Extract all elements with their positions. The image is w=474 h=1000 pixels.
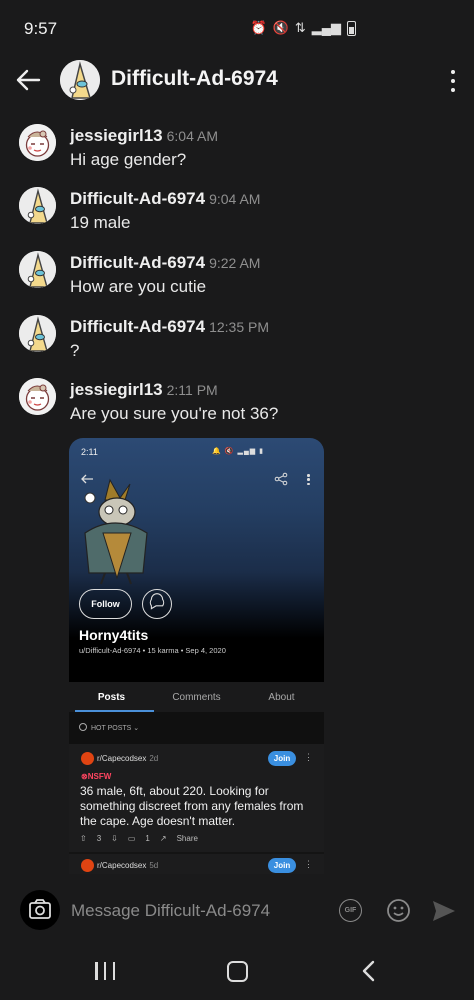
image-post-actions: ⇧ 3 ⇩ ▭ 1 ↗ Share <box>80 834 198 843</box>
data-icon: ⇅ <box>294 20 306 35</box>
recent-apps-icon[interactable] <box>95 962 115 980</box>
header-avatar[interactable] <box>60 60 100 100</box>
chevron-down-icon: ⌄ <box>133 725 140 732</box>
message-text: 19 male <box>70 213 131 232</box>
upvote-count: 3 <box>96 834 102 843</box>
image-join-button: Join <box>268 751 296 766</box>
status-bar: 9:57 ⏰ 🔇 ⇅ ▂▄▆ <box>0 0 474 56</box>
message-text: ? <box>70 341 80 360</box>
chat-header: Difficult-Ad-6974 <box>0 56 474 106</box>
emoji-icon[interactable] <box>386 898 411 923</box>
message-time: 12:35 PM <box>209 319 270 335</box>
profile-avatar-image <box>84 478 148 585</box>
message-composer: GIF <box>0 884 474 940</box>
status-time: 9:57 <box>24 19 58 38</box>
image-post-subreddit: r/Capecodsex 2d <box>97 754 159 763</box>
message-text: Hi age gender? <box>70 150 187 169</box>
message-author[interactable]: Difficult-Ad-6974 <box>70 253 205 272</box>
message-input[interactable] <box>71 901 321 921</box>
image-chat-icon <box>142 589 172 619</box>
image-tab-comments: Comments <box>172 691 221 703</box>
system-back-icon[interactable] <box>361 960 377 982</box>
image-tab-posts: Posts <box>69 682 154 712</box>
message-meta: Difficult-Ad-6974 12:35 PM <box>70 317 269 337</box>
message-meta: jessiegirl13 6:04 AM <box>70 126 218 146</box>
message-meta: jessiegirl13 2:11 PM <box>70 380 218 400</box>
image-sort-bar: HOT POSTS ⌄ <box>69 712 324 744</box>
back-arrow-icon[interactable] <box>14 66 42 94</box>
profile-banner: 2:11 🔔 🔇 ▂▄▆ ▮ Follow Horny4tits u/Diffi… <box>69 438 324 682</box>
image-post-subreddit: r/Capecodsex 5d <box>97 861 159 870</box>
message-time: 9:04 AM <box>209 191 261 207</box>
gif-button[interactable]: GIF <box>339 899 362 922</box>
message-author[interactable]: Difficult-Ad-6974 <box>70 189 205 208</box>
comment-count: 1 <box>145 834 150 843</box>
share-icon: ↗ <box>159 834 167 843</box>
message-meta: Difficult-Ad-6974 9:04 AM <box>70 189 260 209</box>
image-tab-about: About <box>268 691 295 703</box>
avatar[interactable] <box>19 124 56 161</box>
image-sort-label: HOT POSTS <box>91 725 132 732</box>
message-time: 6:04 AM <box>166 128 218 144</box>
message-text: How are you cutie <box>70 277 207 296</box>
attached-image[interactable]: 2:11 🔔 🔇 ▂▄▆ ▮ Follow Horny4tits u/Diffi… <box>69 438 324 874</box>
hot-icon <box>79 723 87 731</box>
share-label: Share <box>176 834 198 843</box>
avatar[interactable] <box>19 251 56 288</box>
message-text: Are you sure you're not 36? <box>70 404 279 423</box>
image-status-time: 2:11 <box>81 447 98 457</box>
camera-icon <box>29 899 51 919</box>
avatar[interactable] <box>19 187 56 224</box>
image-status-icons: 🔔 🔇 ▂▄▆ ▮ <box>212 448 264 455</box>
image-post-2: r/Capecodsex 5d Join ⋮ <box>69 854 324 874</box>
alarm-icon: ⏰ <box>250 20 267 35</box>
upvote-icon: ⇧ <box>80 834 87 843</box>
message-item: Difficult-Ad-6974 9:04 AM 19 male <box>0 187 474 243</box>
image-profile-meta: u/Difficult-Ad-6974 • 15 karma • Sep 4, … <box>79 646 226 655</box>
image-profile-name: Horny4tits <box>79 627 149 643</box>
battery-icon <box>347 20 356 36</box>
chat-title: Difficult-Ad-6974 <box>111 67 278 90</box>
signal-icon: ▂▄▆ <box>311 20 341 35</box>
message-item: Difficult-Ad-6974 9:22 AM How are you cuti… <box>0 251 474 307</box>
comment-icon: ▭ <box>127 834 136 843</box>
message-item: Difficult-Ad-6974 12:35 PM? <box>0 315 474 371</box>
send-icon[interactable] <box>431 899 457 923</box>
downvote-icon: ⇩ <box>111 834 118 843</box>
camera-button[interactable] <box>20 890 60 930</box>
message-time: 9:22 AM <box>209 255 261 271</box>
message-item: jessiegirl13 6:04 AM Hi age gender? <box>0 124 474 180</box>
home-icon[interactable] <box>227 961 248 982</box>
image-post-title: 36 male, 6ft, about 220. Looking for som… <box>80 784 304 828</box>
message-author[interactable]: Difficult-Ad-6974 <box>70 317 205 336</box>
image-post-more-icon: ⋮ <box>304 752 313 762</box>
image-post: r/Capecodsex 2d Join ⋮ ⊗NSFW 36 male, 6ft… <box>69 744 324 852</box>
more-options-icon[interactable] <box>450 70 456 92</box>
message-item: jessiegirl13 2:11 PM Are you sure you're n… <box>0 378 474 434</box>
system-nav-bar <box>0 944 474 1000</box>
message-time: 2:11 PM <box>166 382 218 398</box>
message-meta: Difficult-Ad-6974 9:22 AM <box>70 253 260 273</box>
subreddit-icon <box>81 859 94 872</box>
avatar[interactable] <box>19 378 56 415</box>
image-follow-button: Follow <box>79 589 132 619</box>
image-share-icon <box>274 472 288 486</box>
message-author[interactable]: jessiegirl13 <box>70 126 163 145</box>
nsfw-badge: ⊗NSFW <box>81 772 112 781</box>
message-author[interactable]: jessiegirl13 <box>70 380 163 399</box>
status-icons: ⏰ 🔇 ⇅ ▂▄▆ <box>250 20 356 36</box>
subreddit-icon <box>81 752 94 765</box>
image-join-button: Join <box>268 858 296 873</box>
image-post-more-icon: ⋮ <box>304 859 313 869</box>
avatar[interactable] <box>19 315 56 352</box>
image-profile-tabs: Posts Comments About <box>69 682 324 712</box>
mute-icon: 🔇 <box>272 20 289 35</box>
image-more-icon <box>307 474 310 485</box>
